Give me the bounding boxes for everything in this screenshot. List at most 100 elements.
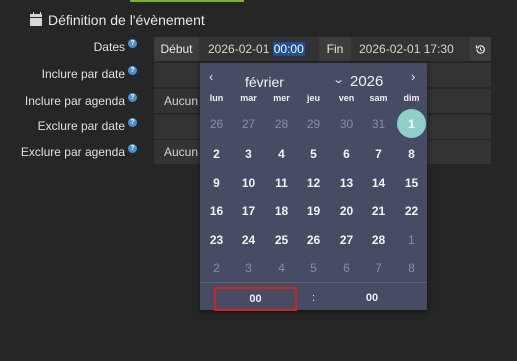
day-cell[interactable]: 6 [331, 138, 362, 169]
day-number: 29 [306, 116, 321, 131]
help-icon[interactable]: ? [128, 38, 137, 48]
day-cell-other-month[interactable]: 2 [201, 252, 232, 283]
day-number: 11 [275, 175, 288, 190]
day-cell-other-month[interactable]: 6 [331, 252, 362, 283]
day-number: 27 [241, 116, 256, 131]
day-number: 23 [209, 232, 224, 247]
day-cell[interactable]: 25 [266, 224, 297, 255]
help-icon[interactable]: ? [128, 92, 137, 102]
day-cell-other-month[interactable]: 1 [396, 224, 427, 255]
help-icon[interactable]: ? [128, 65, 137, 75]
day-number: 7 [375, 146, 382, 161]
day-cell-other-month[interactable]: 7 [363, 252, 394, 283]
day-number: 16 [209, 203, 224, 218]
weekday-label: dim [403, 93, 420, 103]
day-number: 8 [408, 260, 415, 275]
reset-button[interactable] [470, 37, 491, 61]
day-cell[interactable]: 28 [363, 224, 394, 255]
time-separator: : [312, 292, 316, 304]
day-cell-other-month[interactable]: 29 [298, 108, 329, 139]
day-cell[interactable]: 21 [363, 195, 394, 226]
day-number: 5 [310, 146, 317, 161]
day-cell[interactable]: 18 [266, 195, 297, 226]
day-number: 6 [343, 260, 350, 275]
label-exclude-date: Exclure par date? [38, 117, 137, 133]
weekday-label: sam [369, 93, 388, 103]
minutes-input[interactable]: 00 [350, 292, 394, 304]
day-number: 25 [274, 232, 289, 247]
day-cell[interactable]: 5 [298, 138, 329, 169]
month-selector[interactable]: février [245, 74, 284, 90]
day-cell[interactable]: 4 [266, 138, 297, 169]
chevron-down-icon[interactable]: ⌄ [332, 73, 345, 86]
day-cell-today[interactable]: 1 [396, 108, 427, 139]
day-cell-other-month[interactable]: 3 [233, 252, 264, 283]
year-input[interactable]: 2026 [350, 73, 383, 90]
day-number: 15 [404, 175, 419, 190]
weekday-label: ven [338, 93, 355, 103]
day-cell[interactable]: 8 [396, 138, 427, 169]
day-number: 19 [306, 203, 321, 218]
day-number: 18 [274, 203, 289, 218]
day-cell-other-month[interactable]: 27 [233, 108, 264, 139]
day-cell-other-month[interactable]: 31 [363, 108, 394, 139]
start-addon: Début [154, 37, 199, 61]
day-cell[interactable]: 26 [298, 224, 329, 255]
day-number: 12 [306, 175, 321, 190]
day-number: 20 [339, 203, 354, 218]
day-cell[interactable]: 3 [233, 138, 264, 169]
section-header: Définition de l'évènement [30, 10, 205, 30]
day-cell[interactable]: 14 [363, 167, 394, 198]
day-cell[interactable]: 12 [298, 167, 329, 198]
day-number: 31 [371, 116, 386, 131]
day-cell[interactable]: 17 [233, 195, 264, 226]
day-cell-other-month[interactable]: 4 [266, 252, 297, 283]
day-cell[interactable]: 10 [233, 167, 264, 198]
day-cell-other-month[interactable]: 30 [331, 108, 362, 139]
day-cell[interactable]: 13 [331, 167, 362, 198]
prev-month-icon[interactable]: ‹ [209, 70, 213, 83]
start-date-text: 2026-02-01 [208, 42, 270, 56]
exclude-agenda-value: Aucun [164, 145, 199, 159]
start-datetime-input[interactable]: 2026-02-01 00:00 [208, 37, 305, 61]
day-cell[interactable]: 9 [201, 167, 232, 198]
day-cell[interactable]: 7 [363, 138, 394, 169]
day-number: 3 [245, 146, 252, 161]
next-month-icon[interactable]: › [411, 70, 415, 83]
end-datetime-input[interactable]: 2026-02-01 17:30 [359, 37, 454, 61]
weekday-header: lun mar mer jeu ven sam dim [200, 93, 427, 105]
day-cell[interactable]: 15 [396, 167, 427, 198]
day-cell-other-month[interactable]: 28 [266, 108, 297, 139]
day-number: 13 [339, 175, 354, 190]
day-cell[interactable]: 22 [396, 195, 427, 226]
day-cell[interactable]: 20 [331, 195, 362, 226]
day-number: 27 [339, 232, 354, 247]
day-number: 26 [306, 232, 321, 247]
day-cell-other-month[interactable]: 26 [201, 108, 232, 139]
weekday-label: jeu [306, 93, 320, 103]
hours-input[interactable]: 00 [214, 287, 297, 311]
day-number: 17 [241, 203, 256, 218]
top-accent-bar [130, 0, 244, 2]
day-cell[interactable]: 27 [331, 224, 362, 255]
weekday-label: mar [240, 93, 257, 103]
calendar-icon [30, 12, 42, 26]
day-cell-other-month[interactable]: 5 [298, 252, 329, 283]
day-number: 6 [343, 146, 350, 161]
help-icon[interactable]: ? [128, 117, 137, 127]
day-number: 1 [408, 116, 415, 131]
day-cell[interactable]: 16 [201, 195, 232, 226]
day-cell[interactable]: 19 [298, 195, 329, 226]
day-cell[interactable]: 11 [266, 167, 297, 198]
day-cell[interactable]: 24 [233, 224, 264, 255]
day-number: 4 [278, 146, 285, 161]
day-number: 7 [375, 260, 382, 275]
label-dates: Dates? [94, 38, 137, 54]
day-cell[interactable]: 23 [201, 224, 232, 255]
day-number: 14 [371, 175, 386, 190]
day-number: 22 [404, 203, 419, 218]
help-icon[interactable]: ? [128, 143, 137, 153]
day-cell-other-month[interactable]: 8 [396, 252, 427, 283]
end-addon: Fin [319, 37, 351, 61]
day-cell[interactable]: 2 [201, 138, 232, 169]
